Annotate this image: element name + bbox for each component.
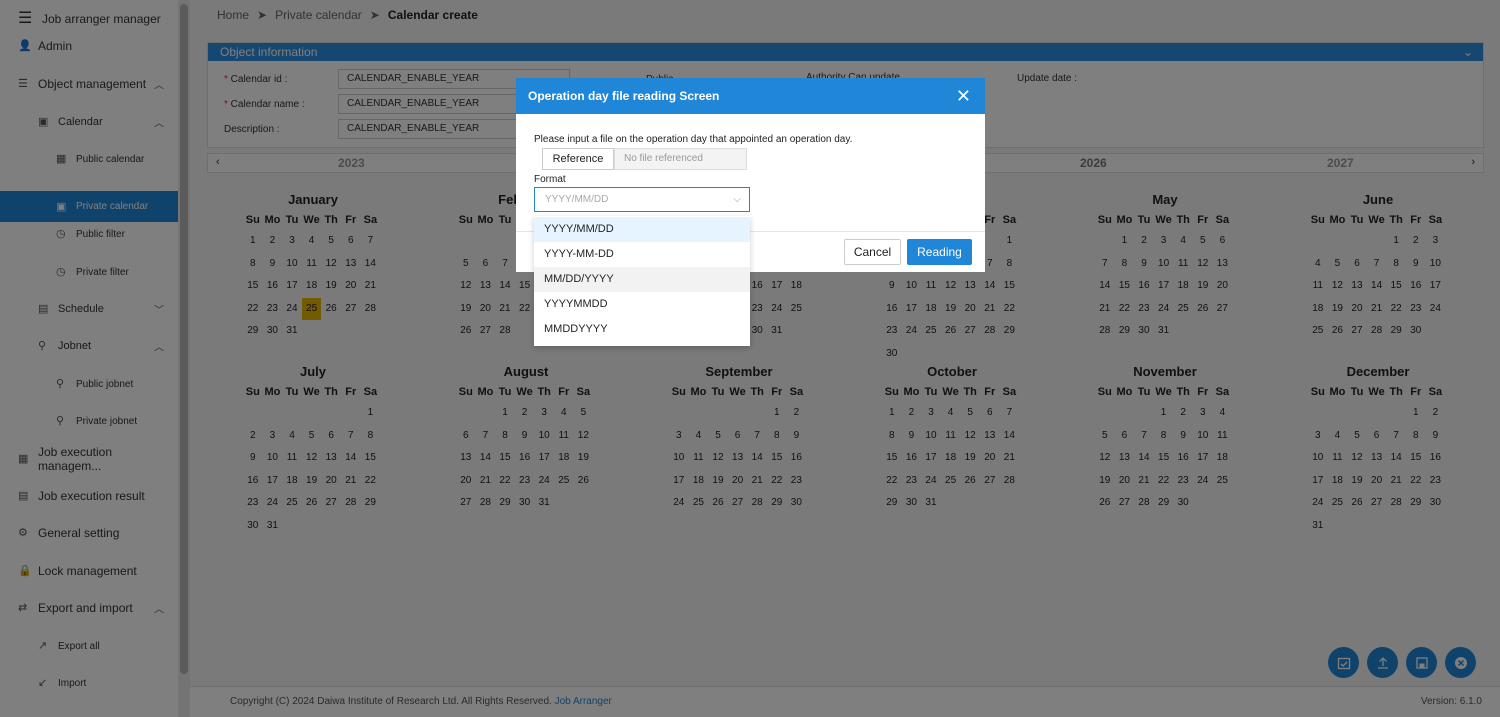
close-icon[interactable]: ✕ bbox=[956, 78, 971, 114]
format-select[interactable]: YYYY/MM/DD ⌵ bbox=[534, 187, 750, 212]
dialog-message: Please input a file on the operation day… bbox=[534, 134, 853, 145]
format-select-value: YYYY/MM/DD bbox=[545, 194, 609, 205]
reading-button[interactable]: Reading bbox=[907, 239, 972, 265]
reference-button[interactable]: Reference bbox=[542, 148, 614, 170]
cancel-button[interactable]: Cancel bbox=[844, 239, 901, 265]
format-option[interactable]: YYYYMMDD bbox=[534, 292, 750, 317]
format-option[interactable]: YYYY-MM-DD bbox=[534, 242, 750, 267]
dialog-header: Operation day file reading Screen ✕ bbox=[516, 78, 985, 114]
dialog-title: Operation day file reading Screen bbox=[528, 89, 720, 103]
file-name-field: No file referenced bbox=[614, 148, 747, 170]
format-dropdown-menu: YYYY/MM/DD YYYY-MM-DD MM/DD/YYYY YYYYMMD… bbox=[534, 216, 750, 346]
format-label: Format bbox=[534, 174, 566, 185]
format-option[interactable]: MMDDYYYY bbox=[534, 317, 750, 342]
format-option[interactable]: YYYY/MM/DD bbox=[534, 217, 750, 242]
format-option[interactable]: MM/DD/YYYY bbox=[534, 267, 750, 292]
chevron-down-icon: ⌵ bbox=[733, 194, 741, 205]
